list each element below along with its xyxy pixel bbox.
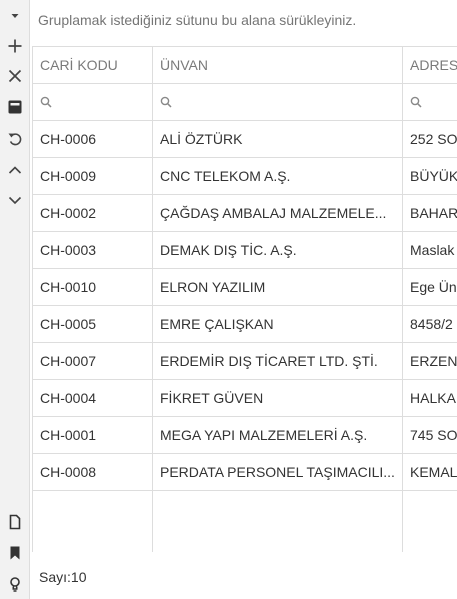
- cell-cari-kodu: CH-0003: [33, 232, 153, 268]
- table-row[interactable]: CH-0005 EMRE ÇALIŞKAN 8458/2: [33, 306, 457, 343]
- new-document-icon: [9, 514, 21, 530]
- data-grid: CARİ KODU ÜNVAN ADRES CH-0006 ALİ ÖZTÜRK…: [32, 46, 457, 554]
- delete-button[interactable]: [2, 63, 28, 89]
- column-header-adres[interactable]: ADRES: [403, 47, 457, 83]
- group-panel[interactable]: Gruplamak istediğiniz sütunu bu alana sü…: [30, 0, 457, 46]
- table-row[interactable]: CH-0002 ÇAĞDAŞ AMBALAJ MALZEMELE... BAHA…: [33, 195, 457, 232]
- table-row[interactable]: CH-0009 CNC TELEKOM A.Ş. BÜYÜK: [33, 158, 457, 195]
- cell-unvan: MEGA YAPI MALZEMELERİ A.Ş.: [153, 417, 403, 453]
- grid-footer: Sayı:10: [30, 552, 457, 599]
- add-button[interactable]: [2, 33, 28, 59]
- hint-button[interactable]: [2, 571, 28, 597]
- empty-grid-area: [33, 491, 457, 554]
- table-row[interactable]: CH-0008 PERDATA PERSONEL TAŞIMACILI... K…: [33, 454, 457, 491]
- cell-adres: BAHAR: [410, 205, 457, 221]
- empty-cell: [153, 491, 403, 553]
- expand-button[interactable]: [2, 187, 28, 213]
- filter-cell-cari-kodu[interactable]: [33, 84, 153, 120]
- filter-cell-adres[interactable]: [403, 84, 457, 120]
- cell-unvan: EMRE ÇALIŞKAN: [153, 306, 403, 342]
- cell-adres: Maslak: [410, 242, 455, 258]
- cell-adres: HALKA: [410, 390, 456, 406]
- empty-cell: [403, 491, 457, 553]
- collapse-button[interactable]: [2, 157, 28, 183]
- cell-adres: Ege Ün: [410, 279, 457, 295]
- collapse-up-icon: [8, 166, 22, 174]
- cell-cari-kodu: CH-0005: [33, 306, 153, 342]
- dropdown-arrow-button[interactable]: [2, 3, 28, 29]
- cell-unvan: PERDATA PERSONEL TAŞIMACILI...: [153, 454, 403, 490]
- cell-cari-kodu: CH-0004: [33, 380, 153, 416]
- table-row[interactable]: CH-0006 ALİ ÖZTÜRK 252 SO: [33, 121, 457, 158]
- cell-unvan: ELRON YAZILIM: [153, 269, 403, 305]
- cell-unvan: ERDEMİR DIŞ TİCARET LTD. ŞTİ.: [153, 343, 403, 379]
- bookmark-icon: [10, 546, 20, 560]
- hint-bulb-icon: [10, 577, 20, 592]
- table-row[interactable]: CH-0003 DEMAK DIŞ TİC. A.Ş. Maslak: [33, 232, 457, 269]
- empty-cell: [33, 491, 153, 553]
- filter-row: [33, 84, 457, 121]
- cell-cari-kodu: CH-0009: [33, 158, 153, 194]
- cell-unvan: FİKRET GÜVEN: [153, 380, 403, 416]
- grid-toolbar: [0, 0, 30, 599]
- expand-down-icon: [8, 196, 22, 205]
- cell-unvan: CNC TELEKOM A.Ş.: [153, 158, 403, 194]
- cell-adres: 745 SO: [410, 427, 457, 443]
- cell-cari-kodu: CH-0001: [33, 417, 153, 453]
- table-row[interactable]: CH-0010 ELRON YAZILIM Ege Ün: [33, 269, 457, 306]
- save-icon: [8, 100, 22, 114]
- undo-icon: [8, 133, 22, 146]
- filter-cell-unvan[interactable]: [153, 84, 403, 120]
- bookmark-button[interactable]: [2, 540, 28, 566]
- cell-adres: 8458/2: [410, 316, 453, 332]
- dropdown-arrow-icon: [11, 14, 19, 18]
- table-row[interactable]: CH-0001 MEGA YAPI MALZEMELERİ A.Ş. 745 S…: [33, 417, 457, 454]
- save-button[interactable]: [2, 94, 28, 120]
- cell-cari-kodu: CH-0007: [33, 343, 153, 379]
- cell-adres: ERZENİ: [410, 353, 457, 369]
- cell-unvan: DEMAK DIŞ TİC. A.Ş.: [153, 232, 403, 268]
- delete-icon: [8, 69, 22, 83]
- cell-cari-kodu: CH-0010: [33, 269, 153, 305]
- cell-cari-kodu: CH-0002: [33, 195, 153, 231]
- data-grid-container: Gruplamak istediğiniz sütunu bu alana sü…: [30, 0, 457, 599]
- cell-cari-kodu: CH-0008: [33, 454, 153, 490]
- search-icon: [160, 96, 172, 108]
- record-count: Sayı:10: [39, 569, 87, 585]
- add-icon: [8, 39, 22, 53]
- table-row[interactable]: CH-0007 ERDEMİR DIŞ TİCARET LTD. ŞTİ. ER…: [33, 343, 457, 380]
- cell-adres: KEMAL: [410, 464, 457, 480]
- column-header-cari-kodu[interactable]: CARİ KODU: [33, 47, 153, 83]
- cell-adres: BÜYÜK: [410, 168, 457, 184]
- cell-adres: 252 SO: [410, 131, 457, 147]
- search-icon: [410, 96, 422, 108]
- cell-cari-kodu: CH-0006: [33, 121, 153, 157]
- search-icon: [40, 96, 52, 108]
- table-row[interactable]: CH-0004 FİKRET GÜVEN HALKA: [33, 380, 457, 417]
- cell-unvan: ÇAĞDAŞ AMBALAJ MALZEMELE...: [153, 195, 403, 231]
- new-document-button[interactable]: [2, 509, 28, 535]
- undo-button[interactable]: [2, 125, 28, 151]
- cell-unvan: ALİ ÖZTÜRK: [153, 121, 403, 157]
- column-header-unvan[interactable]: ÜNVAN: [153, 47, 403, 83]
- header-row: CARİ KODU ÜNVAN ADRES: [33, 47, 457, 84]
